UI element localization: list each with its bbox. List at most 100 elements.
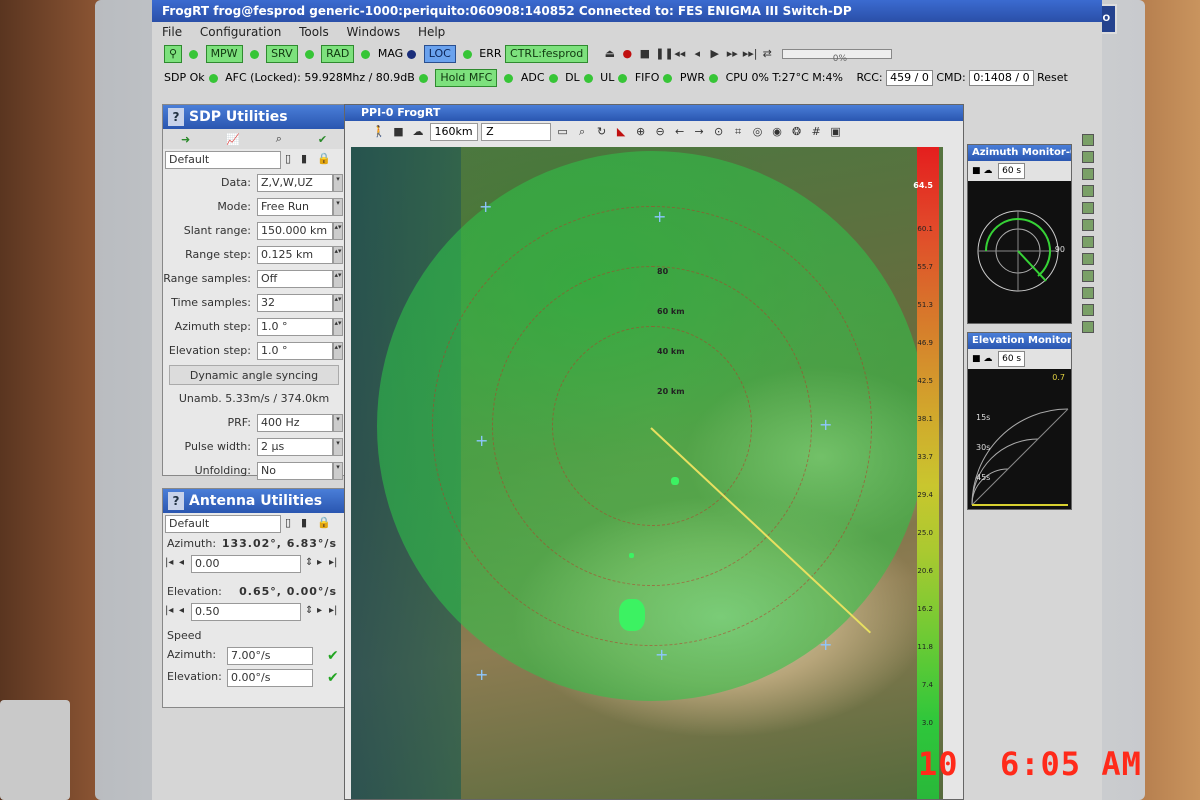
step-forward-icon[interactable]: ▸ xyxy=(317,557,322,568)
skip-back-icon[interactable]: |◂ xyxy=(165,605,173,616)
tool-icon[interactable] xyxy=(1082,236,1094,248)
antenna-icon[interactable]: ⚲ xyxy=(164,45,183,63)
arrow-left-icon[interactable]: ← xyxy=(672,121,688,143)
stop-icon[interactable]: ■ xyxy=(638,42,652,66)
mode-select[interactable]: Free Run xyxy=(257,198,333,216)
globe-icon[interactable]: ◎ xyxy=(750,121,766,143)
zoom-fit-icon[interactable]: ⊙ xyxy=(711,121,727,143)
lock-icon[interactable]: 🔒 xyxy=(317,152,331,165)
new-doc-icon[interactable]: ▯ xyxy=(285,516,291,529)
loc-button[interactable]: LOC xyxy=(423,45,456,63)
spinner-icon[interactable]: ▴▾ xyxy=(333,222,343,240)
elevation-input[interactable]: 0.50 xyxy=(191,603,301,621)
spinner-icon[interactable]: ▴▾ xyxy=(333,246,343,264)
tool-icon[interactable] xyxy=(1082,219,1094,231)
menu-file[interactable]: File xyxy=(162,25,182,39)
measure-icon[interactable]: ◣ xyxy=(613,121,629,143)
chevron-down-icon[interactable]: ▾ xyxy=(333,174,343,192)
skip-back-icon[interactable]: |◂ xyxy=(165,557,173,568)
loop-icon[interactable]: ⇄ xyxy=(760,42,774,66)
zoom-icon[interactable]: ⌕ xyxy=(574,121,590,143)
step-back-icon[interactable]: ◂◂ xyxy=(673,42,687,66)
spinner-icon[interactable]: ▴▾ xyxy=(333,318,343,336)
spinner-icon[interactable]: ▴▾ xyxy=(333,342,343,360)
grid-icon[interactable]: # xyxy=(808,121,824,143)
tool-icon[interactable] xyxy=(1082,287,1094,299)
prf-select[interactable]: 400 Hz xyxy=(257,414,333,432)
elevation-step-input[interactable]: 1.0 ° xyxy=(257,342,333,360)
tool-icon[interactable] xyxy=(1082,202,1094,214)
skip-forward-icon[interactable]: ▸| xyxy=(329,605,337,616)
fast-forward-icon[interactable]: ▸▸ xyxy=(725,42,739,66)
range-samples-input[interactable]: Off xyxy=(257,270,333,288)
range-select[interactable]: 160km xyxy=(429,123,478,141)
refresh-icon[interactable]: ↻ xyxy=(594,121,610,143)
sdp-preset-select[interactable]: Default xyxy=(165,151,281,169)
product-select[interactable]: Z xyxy=(481,123,552,141)
tool-icon[interactable] xyxy=(1082,151,1094,163)
prev-icon[interactable]: ◂ xyxy=(690,42,704,66)
data-select[interactable]: Z,V,W,UZ xyxy=(257,174,333,192)
azimuth-interval-select[interactable]: 60 s xyxy=(998,163,1026,179)
record-icon[interactable]: ● xyxy=(620,42,634,66)
step-back-icon[interactable]: ◂ xyxy=(179,557,184,568)
menu-windows[interactable]: Windows xyxy=(347,25,401,39)
save-icon[interactable]: ▮ xyxy=(301,516,307,529)
dynamic-angle-syncing-button[interactable]: Dynamic angle syncing xyxy=(169,365,339,385)
help-icon[interactable]: ? xyxy=(168,492,184,510)
hold-mfc-button[interactable]: Hold MFC xyxy=(435,69,498,87)
tool-icon[interactable] xyxy=(1082,321,1094,333)
spinner-icon[interactable]: ▴▾ xyxy=(333,270,343,288)
eject-icon[interactable]: ⏏ xyxy=(603,42,617,66)
rad-button[interactable]: RAD xyxy=(321,45,355,63)
apply-arrow-icon[interactable]: ➜ xyxy=(181,133,190,146)
playback-progress[interactable]: 0% xyxy=(781,49,892,64)
azimuth-step-input[interactable]: 1.0 ° xyxy=(257,318,333,336)
check-icon[interactable]: ✔ xyxy=(327,669,343,687)
search-icon[interactable]: ⌕ xyxy=(276,132,282,146)
menu-configuration[interactable]: Configuration xyxy=(200,25,281,39)
azimuth-input[interactable]: 0.00 xyxy=(191,555,301,573)
speed-elevation-input[interactable]: 0.00°/s xyxy=(227,669,313,687)
note-icon[interactable]: ▣ xyxy=(828,121,844,143)
menu-tools[interactable]: Tools xyxy=(299,25,329,39)
crop-icon[interactable]: ⌗ xyxy=(730,121,746,143)
check-icon[interactable]: ✔ xyxy=(327,647,343,665)
ctrl-button[interactable]: CTRL:fesprod xyxy=(505,45,589,63)
chevron-down-icon[interactable]: ▾ xyxy=(333,414,343,432)
help-icon[interactable]: ? xyxy=(168,108,184,126)
step-forward-icon[interactable]: ▸ xyxy=(317,605,322,616)
tool-icon[interactable] xyxy=(1082,270,1094,282)
slant-range-input[interactable]: 150.000 km xyxy=(257,222,333,240)
elevation-interval-select[interactable]: 60 s xyxy=(998,351,1026,367)
speed-azimuth-input[interactable]: 7.00°/s xyxy=(227,647,313,665)
menu-help[interactable]: Help xyxy=(418,25,445,39)
play-icon[interactable]: ▶ xyxy=(708,42,722,66)
walk-icon[interactable]: 🚶 xyxy=(371,121,387,143)
zoom-in-icon[interactable]: ⊕ xyxy=(633,121,649,143)
chevron-down-icon[interactable]: ▾ xyxy=(333,462,343,480)
cloud-icon[interactable]: ☁ xyxy=(410,121,426,143)
new-doc-icon[interactable]: ▯ xyxy=(285,152,291,165)
mpw-button[interactable]: MPW xyxy=(205,45,243,63)
end-icon[interactable]: ▸▸| xyxy=(743,42,758,66)
layers-icon[interactable]: ◉ xyxy=(769,121,785,143)
spinner-icon[interactable]: ▴▾ xyxy=(333,294,343,312)
confirm-icon[interactable]: ✔ xyxy=(318,133,327,146)
tool-icon[interactable] xyxy=(1082,134,1094,146)
pause-icon[interactable]: ❚❚ xyxy=(655,42,673,66)
spinner-icon[interactable]: ⇕ xyxy=(305,605,313,616)
tool-icon[interactable] xyxy=(1082,304,1094,316)
arrow-right-icon[interactable]: → xyxy=(691,121,707,143)
zoom-out-icon[interactable]: ⊖ xyxy=(652,121,668,143)
square-icon[interactable]: ■ xyxy=(391,121,407,143)
tool-icon[interactable] xyxy=(1082,168,1094,180)
chevron-down-icon[interactable]: ▾ xyxy=(333,438,343,456)
unfolding-select[interactable]: No xyxy=(257,462,333,480)
chart-icon[interactable]: 📈 xyxy=(226,133,240,146)
chevron-down-icon[interactable]: ▾ xyxy=(333,198,343,216)
ppi-viewport[interactable]: 80 60 km 40 km 20 km + + + + + + + 64.5 … xyxy=(351,147,943,799)
reset-button[interactable]: Reset xyxy=(1037,71,1068,84)
tool-icon[interactable] xyxy=(1082,253,1094,265)
range-step-input[interactable]: 0.125 km xyxy=(257,246,333,264)
